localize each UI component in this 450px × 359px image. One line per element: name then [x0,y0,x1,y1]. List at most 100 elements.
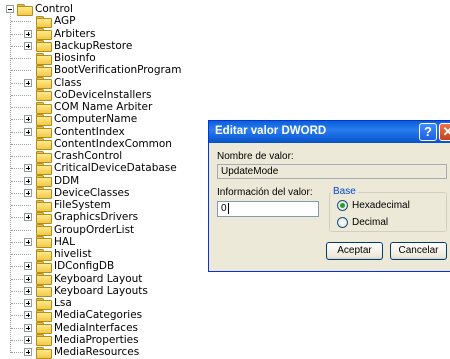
tree-node-label: ContentIndex [54,125,125,138]
tree-node[interactable]: CriticalDeviceDatabase [24,162,177,175]
radio-hexadecimal[interactable]: Hexadecimal [337,200,410,211]
folder-icon [36,211,52,224]
expand-icon[interactable] [24,286,32,295]
tree-node-label: FileSystem [54,199,111,211]
value-data-input[interactable]: 0 [217,201,319,217]
close-button[interactable]: ✕ [439,123,450,141]
radio-selected-icon[interactable] [337,200,348,211]
tree-node[interactable]: DDM [24,175,79,187]
radio-decimal[interactable]: Decimal [337,217,388,228]
folder-icon [36,224,52,236]
value-data-text: 0 [221,203,227,215]
expand-icon[interactable] [24,335,32,344]
tree-connector [11,315,23,317]
folder-icon [36,64,52,77]
tree-node[interactable]: ComputerName [24,113,137,126]
tree-node[interactable]: AGP [24,15,75,28]
tree-connector [11,107,31,108]
help-button[interactable]: ? [419,123,437,141]
expand-icon[interactable] [24,274,32,283]
folder-icon [36,175,52,187]
tree-connector [11,131,23,133]
tree-node[interactable]: Biosinfo [24,52,96,65]
tree-node[interactable]: MediaInterfaces [24,322,138,334]
expand-icon[interactable] [24,127,32,136]
folder-icon [36,15,52,28]
tree-node-label: Biosinfo [54,52,96,64]
tree-connector [11,58,31,59]
expand-icon[interactable] [24,323,32,332]
tree-node-label: Arbiters [54,27,96,40]
tree-connector [11,278,23,280]
value-name-field: UpdateMode [217,164,447,179]
ok-button[interactable]: Aceptar [326,242,383,260]
tree-node[interactable]: Class [24,77,82,89]
dialog-titlebar[interactable]: Editar valor DWORD ? ✕ [209,121,450,143]
tree-node[interactable]: MediaCategories [24,309,142,322]
folder-icon [36,77,52,89]
expand-icon[interactable] [24,41,32,50]
text-caret [227,203,229,214]
tree-connector [11,290,23,292]
tree-node[interactable]: hivelist [24,248,92,261]
tree-node[interactable]: BackupRestore [24,40,132,53]
tree-node[interactable]: CoDeviceInstallers [24,89,152,102]
folder-icon [36,273,52,285]
expand-icon[interactable] [24,78,32,87]
tree-connector [11,168,23,170]
tree-node[interactable]: MediaResources [24,346,140,359]
tree-node[interactable]: BootVerificationProgram [24,64,181,77]
tree-node[interactable]: Lsa [24,297,72,310]
folder-icon [36,138,52,151]
tree-node-label: MediaResources [54,346,140,358]
tree-connector [11,241,23,243]
tree-node[interactable]: ContentIndex [24,126,125,138]
radio-unselected-icon[interactable] [337,217,348,228]
folder-icon [36,162,52,175]
cancel-button[interactable]: Cancelar [390,242,447,260]
radio-hex-label: Hexadecimal [352,200,410,211]
tree-node[interactable]: DeviceClasses [24,186,130,200]
tree-node-label: DeviceClasses [54,186,130,199]
tree-connector [11,70,31,72]
folder-icon [36,199,52,212]
tree-connector [11,45,23,47]
tree-node[interactable]: CrashControl [24,150,122,163]
folder-icon [36,285,52,298]
folder-icon [36,297,52,310]
tree-node[interactable]: COM Name Arbiter [24,101,152,114]
tree-node-control[interactable]: Control [6,3,73,16]
tree-node[interactable]: ContentIndexCommon [24,138,172,151]
expand-icon[interactable] [24,29,32,38]
expand-icon[interactable] [24,213,32,222]
tree-connector [11,33,23,35]
tree-connector [11,339,23,341]
folder-icon [36,334,52,347]
expand-icon[interactable] [24,348,32,356]
tree-node[interactable]: HAL [24,236,75,249]
expand-icon[interactable] [24,164,32,173]
tree-node[interactable]: Keyboard Layout [24,273,142,285]
tree-node[interactable]: GroupOrderList [24,224,134,236]
tree-node-label: Lsa [54,297,72,309]
expand-icon[interactable] [24,176,32,185]
tree-node[interactable]: IDConfigDB [24,260,114,273]
folder-icon [36,260,52,273]
tree-connector [11,229,31,231]
expand-icon[interactable] [24,115,32,124]
tree-node[interactable]: Keyboard Layouts [24,285,148,298]
tree-node[interactable]: GraphicsDrivers [24,211,139,224]
expand-icon[interactable] [24,311,32,320]
expand-icon[interactable] [24,237,32,246]
expand-icon[interactable] [24,262,32,271]
open-folder-icon [17,3,33,16]
tree-connector [11,82,23,84]
tree-node-label: GraphicsDrivers [54,211,139,224]
expand-icon[interactable] [24,299,32,307]
folder-icon [36,248,52,261]
tree-node[interactable]: MediaProperties [24,334,139,347]
tree-node[interactable]: FileSystem [24,199,111,212]
expand-icon[interactable] [24,188,32,197]
tree-node[interactable]: Arbiters [24,28,95,40]
value-name-label: Nombre de valor: [217,151,294,162]
